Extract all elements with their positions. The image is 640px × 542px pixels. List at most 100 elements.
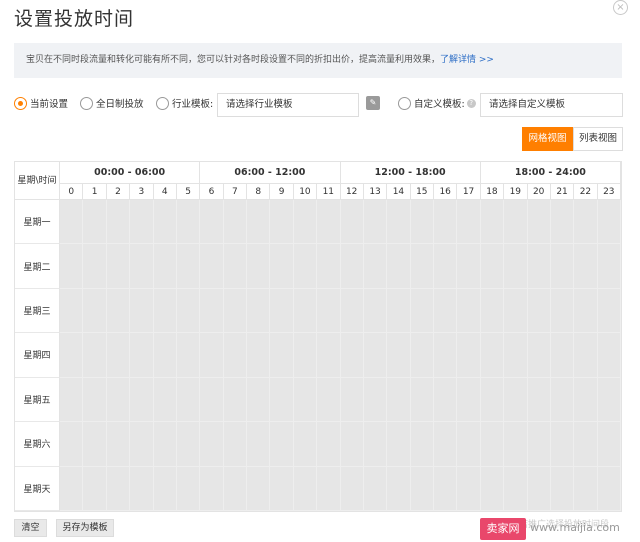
hour-header[interactable]: 16 <box>434 184 458 200</box>
schedule-cell[interactable] <box>410 466 434 511</box>
schedule-cell[interactable] <box>597 377 621 423</box>
schedule-cell[interactable] <box>410 422 434 467</box>
schedule-cell[interactable] <box>153 466 177 511</box>
schedule-cell[interactable] <box>480 200 505 245</box>
schedule-cell[interactable] <box>293 288 318 334</box>
schedule-cell[interactable] <box>457 288 481 334</box>
schedule-cell[interactable] <box>527 422 551 467</box>
schedule-cell[interactable] <box>223 333 247 378</box>
schedule-cell[interactable] <box>200 377 224 423</box>
schedule-cell[interactable] <box>176 288 201 334</box>
schedule-cell[interactable] <box>363 466 388 511</box>
hour-header[interactable]: 17 <box>457 184 481 200</box>
schedule-cell[interactable] <box>597 466 621 511</box>
day-label[interactable]: 星期二 <box>15 244 60 289</box>
hour-header[interactable]: 11 <box>317 184 341 200</box>
schedule-cell[interactable] <box>317 466 341 511</box>
schedule-cell[interactable] <box>434 377 458 423</box>
schedule-cell[interactable] <box>317 377 341 423</box>
schedule-cell[interactable] <box>106 288 131 334</box>
hour-header[interactable]: 2 <box>106 184 131 200</box>
schedule-cell[interactable] <box>527 333 551 378</box>
day-label[interactable]: 星期五 <box>15 377 60 423</box>
schedule-cell[interactable] <box>60 244 84 289</box>
schedule-cell[interactable] <box>130 244 154 289</box>
schedule-cell[interactable] <box>200 200 224 245</box>
hour-header[interactable]: 6 <box>200 184 224 200</box>
day-label[interactable]: 星期一 <box>15 200 60 245</box>
schedule-cell[interactable] <box>527 288 551 334</box>
schedule-cell[interactable] <box>130 466 154 511</box>
day-label[interactable]: 星期天 <box>15 466 60 511</box>
schedule-cell[interactable] <box>457 244 481 289</box>
schedule-cell[interactable] <box>153 288 177 334</box>
schedule-cell[interactable] <box>200 333 224 378</box>
hour-header[interactable]: 20 <box>527 184 551 200</box>
hour-header[interactable]: 23 <box>597 184 621 200</box>
schedule-cell[interactable] <box>550 466 575 511</box>
schedule-cell[interactable] <box>434 466 458 511</box>
industry-template-select[interactable]: 请选择行业模板 <box>217 93 359 117</box>
schedule-cell[interactable] <box>293 244 318 289</box>
schedule-cell[interactable] <box>597 244 621 289</box>
schedule-cell[interactable] <box>387 333 411 378</box>
schedule-cell[interactable] <box>434 244 458 289</box>
schedule-cell[interactable] <box>410 288 434 334</box>
schedule-cell[interactable] <box>504 200 528 245</box>
schedule-cell[interactable] <box>363 377 388 423</box>
schedule-cell[interactable] <box>410 200 434 245</box>
schedule-cell[interactable] <box>504 288 528 334</box>
schedule-cell[interactable] <box>340 466 364 511</box>
radio-all-day[interactable]: 全日制投放 <box>80 96 144 110</box>
schedule-cell[interactable] <box>200 288 224 334</box>
schedule-cell[interactable] <box>550 244 575 289</box>
schedule-cell[interactable] <box>574 422 598 467</box>
schedule-cell[interactable] <box>317 200 341 245</box>
hour-header[interactable]: 5 <box>176 184 201 200</box>
custom-template-select[interactable]: 请选择自定义模板 <box>480 93 623 117</box>
schedule-cell[interactable] <box>83 466 107 511</box>
schedule-cell[interactable] <box>363 422 388 467</box>
schedule-cell[interactable] <box>83 377 107 423</box>
schedule-cell[interactable] <box>60 288 84 334</box>
schedule-cell[interactable] <box>434 200 458 245</box>
schedule-cell[interactable] <box>597 333 621 378</box>
clear-button[interactable]: 清空 <box>14 519 47 537</box>
schedule-cell[interactable] <box>223 244 247 289</box>
schedule-cell[interactable] <box>293 377 318 423</box>
learn-more-link[interactable]: 了解详情 >> <box>440 55 494 65</box>
schedule-cell[interactable] <box>597 422 621 467</box>
schedule-cell[interactable] <box>410 244 434 289</box>
schedule-cell[interactable] <box>83 200 107 245</box>
schedule-cell[interactable] <box>200 422 224 467</box>
schedule-cell[interactable] <box>247 244 271 289</box>
schedule-cell[interactable] <box>410 377 434 423</box>
schedule-cell[interactable] <box>387 244 411 289</box>
schedule-cell[interactable] <box>387 200 411 245</box>
schedule-cell[interactable] <box>340 333 364 378</box>
schedule-cell[interactable] <box>293 200 318 245</box>
schedule-cell[interactable] <box>153 377 177 423</box>
schedule-cell[interactable] <box>176 333 201 378</box>
schedule-cell[interactable] <box>434 422 458 467</box>
schedule-cell[interactable] <box>60 466 84 511</box>
radio-current-setting[interactable]: 当前设置 <box>14 96 68 110</box>
schedule-cell[interactable] <box>340 200 364 245</box>
schedule-cell[interactable] <box>363 333 388 378</box>
schedule-cell[interactable] <box>504 422 528 467</box>
schedule-cell[interactable] <box>550 377 575 423</box>
schedule-cell[interactable] <box>340 377 364 423</box>
schedule-cell[interactable] <box>153 422 177 467</box>
schedule-cell[interactable] <box>270 466 294 511</box>
schedule-cell[interactable] <box>200 466 224 511</box>
schedule-cell[interactable] <box>480 288 505 334</box>
schedule-cell[interactable] <box>223 377 247 423</box>
schedule-cell[interactable] <box>504 244 528 289</box>
schedule-cell[interactable] <box>504 377 528 423</box>
schedule-cell[interactable] <box>270 422 294 467</box>
schedule-cell[interactable] <box>480 422 505 467</box>
schedule-cell[interactable] <box>457 200 481 245</box>
schedule-cell[interactable] <box>130 377 154 423</box>
hour-header[interactable]: 10 <box>293 184 318 200</box>
schedule-cell[interactable] <box>317 244 341 289</box>
